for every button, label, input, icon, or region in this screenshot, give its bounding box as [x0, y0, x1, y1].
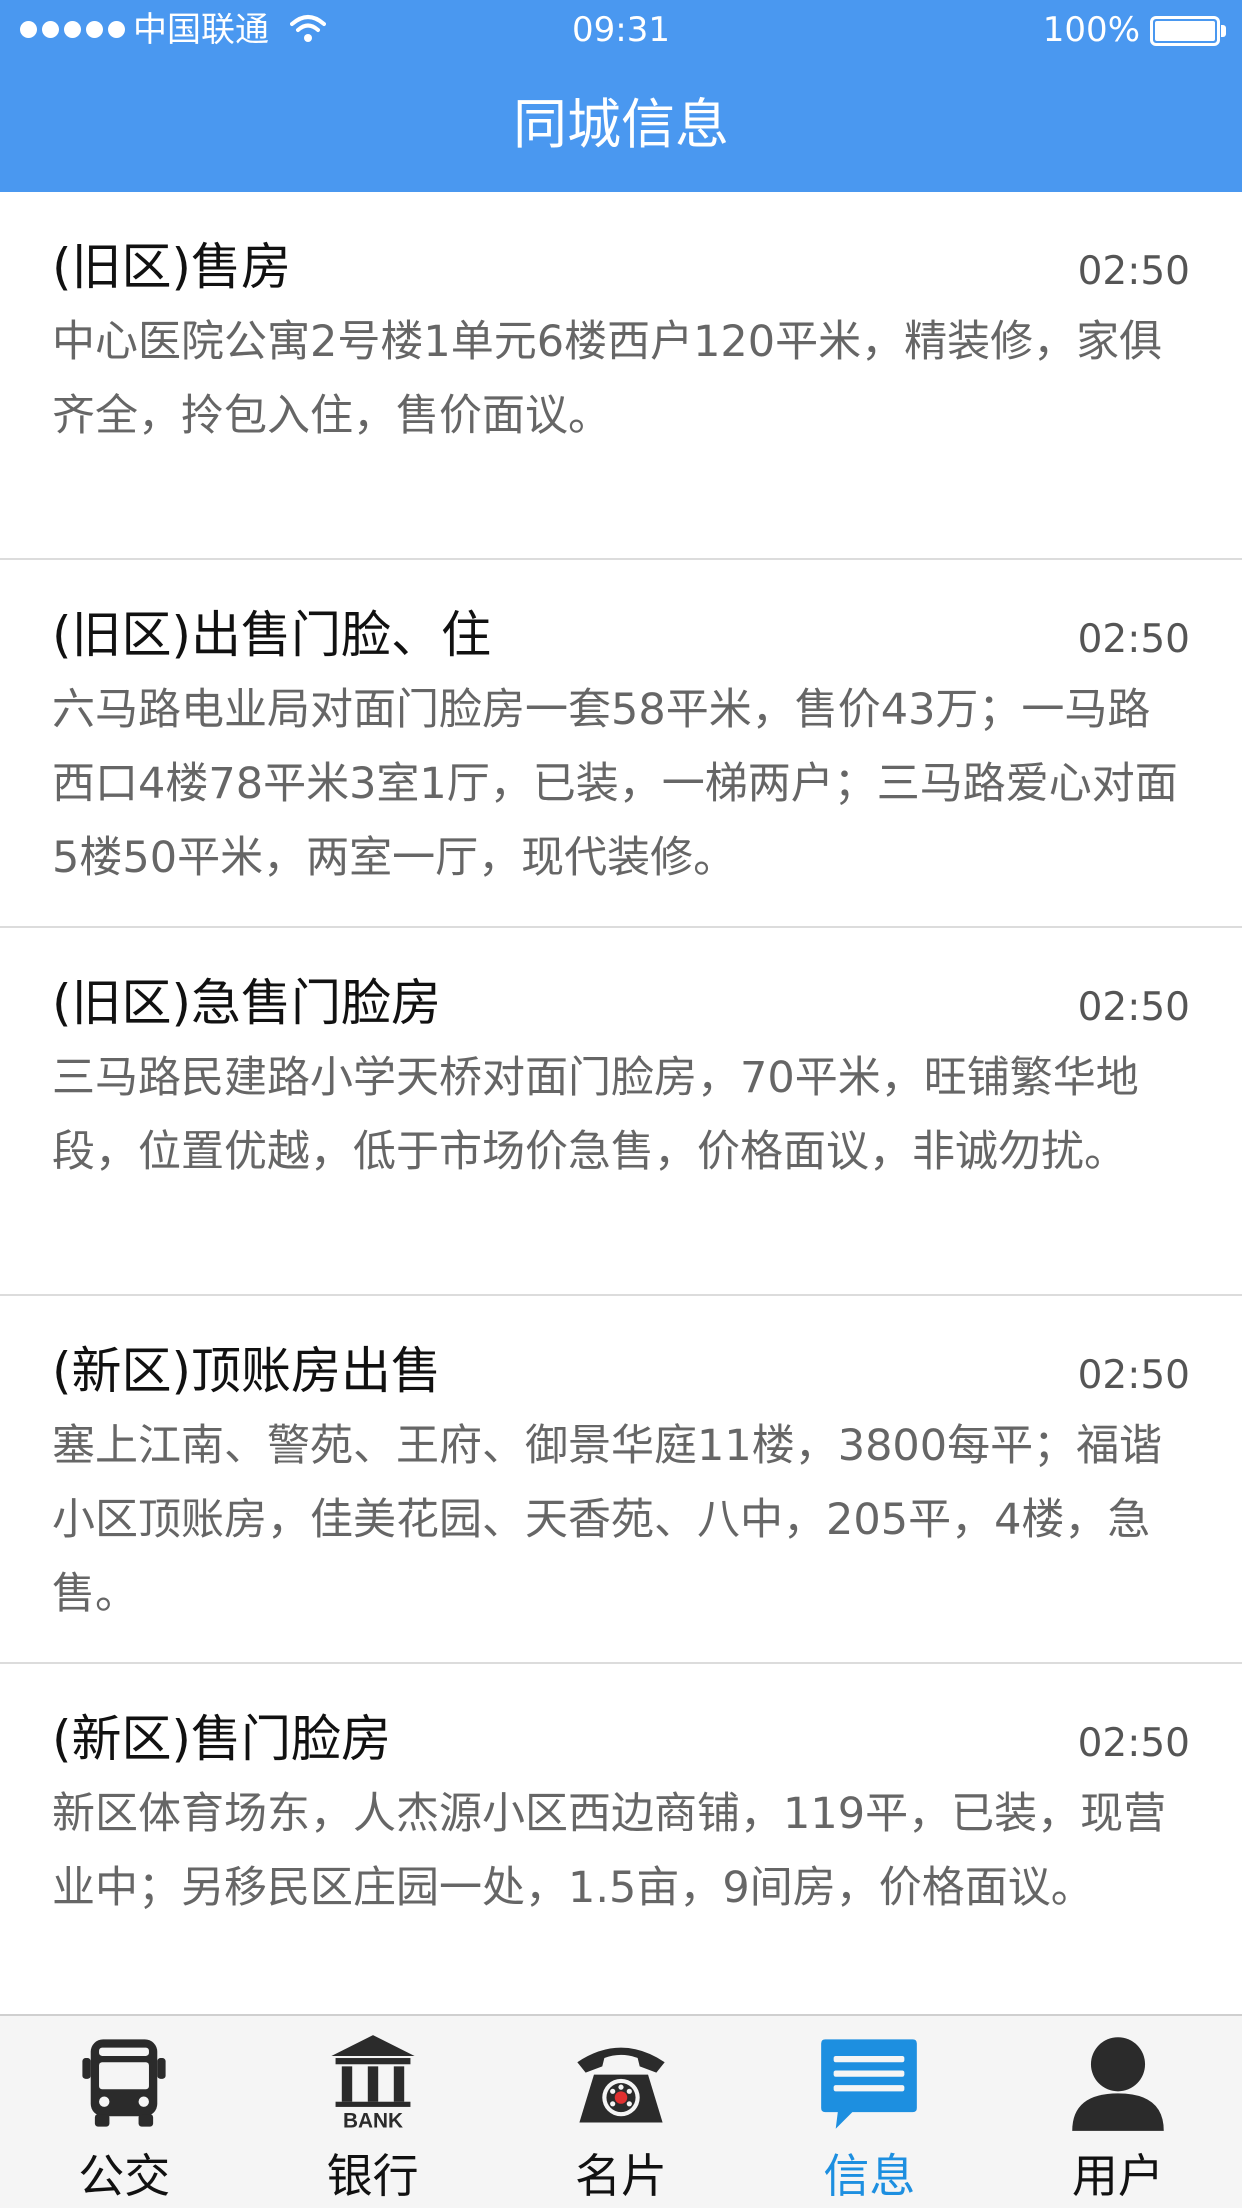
- list-item[interactable]: (旧区)出售门脸、住 02:50 六马路电业局对面门脸房一套58平米，售价43万…: [0, 560, 1242, 928]
- item-description: 塞上江南、警苑、王府、御景华庭11楼，3800每平；福谐小区顶账房，佳美花园、天…: [52, 1421, 1163, 1619]
- item-title: (旧区)急售门脸房: [52, 974, 442, 1032]
- item-title: (旧区)售房: [52, 238, 292, 296]
- item-description: 三马路民建路小学天桥对面门脸房，70平米，旺铺繁华地段，位置优越，低于市场价急售…: [52, 1053, 1139, 1177]
- tab-label: 公交: [78, 2149, 171, 2203]
- battery-icon: [1150, 16, 1226, 46]
- tab-user[interactable]: 用户: [994, 2016, 1242, 2208]
- info-list[interactable]: (旧区)售房 02:50 中心医院公寓2号楼1单元6楼西户120平米，精装修，家…: [0, 192, 1242, 2014]
- item-time: 02:50: [1077, 985, 1190, 1030]
- tab-bank[interactable]: BANK 银行: [248, 2016, 496, 2208]
- status-bar: 中国联通 09:31 100%: [0, 0, 1242, 60]
- item-title: (新区)售门脸房: [52, 1710, 392, 1768]
- item-time: 02:50: [1077, 1721, 1190, 1766]
- item-title: (旧区)出售门脸、住: [52, 606, 492, 664]
- list-item[interactable]: (新区)顶账房出售 02:50 塞上江南、警苑、王府、御景华庭11楼，3800每…: [0, 1296, 1242, 1664]
- item-description: 中心医院公寓2号楼1单元6楼西户120平米，精装修，家俱齐全，拎包入住，售价面议…: [52, 317, 1163, 441]
- tab-bus[interactable]: 公交: [0, 2016, 248, 2208]
- tab-bar: 公交 BANK 银行 名片 信息 用户: [0, 2014, 1242, 2208]
- page-title: 同城信息: [513, 93, 729, 156]
- item-title: (新区)顶账房出售: [52, 1342, 442, 1400]
- list-item[interactable]: (旧区)急售门脸房 02:50 三马路民建路小学天桥对面门脸房，70平米，旺铺繁…: [0, 928, 1242, 1296]
- tab-info[interactable]: 信息: [745, 2016, 993, 2208]
- bus-icon: [82, 2039, 166, 2127]
- user-icon: [1072, 2037, 1164, 2131]
- battery-percentage: 100%: [1042, 10, 1140, 50]
- app-header: 中国联通 09:31 100% 同城信息: [0, 0, 1242, 192]
- tab-label: 用户: [1071, 2149, 1164, 2203]
- message-icon: [821, 2039, 918, 2129]
- list-item[interactable]: (新区)售门脸房 02:50 新区体育场东，人杰源小区西边商铺，119平，已装，…: [0, 1664, 1242, 2014]
- item-description: 六马路电业局对面门脸房一套58平米，售价43万；一马路西口4楼78平米3室1厅，…: [52, 685, 1178, 883]
- item-time: 02:50: [1077, 249, 1190, 294]
- tab-label: 信息: [823, 2149, 916, 2203]
- bank-icon: BANK: [331, 2035, 415, 2133]
- list-item[interactable]: (旧区)售房 02:50 中心医院公寓2号楼1单元6楼西户120平米，精装修，家…: [0, 192, 1242, 560]
- tab-label: 银行: [326, 2149, 419, 2203]
- item-description: 新区体育场东，人杰源小区西边商铺，119平，已装，现营业中；另移民区庄园一处，1…: [52, 1789, 1167, 1913]
- tab-card[interactable]: 名片: [497, 2016, 745, 2208]
- item-time: 02:50: [1077, 1353, 1190, 1398]
- bank-icon-text: BANK: [343, 2110, 403, 2133]
- telephone-icon: [577, 2047, 665, 2123]
- tab-label: 名片: [575, 2149, 668, 2203]
- item-time: 02:50: [1077, 617, 1190, 662]
